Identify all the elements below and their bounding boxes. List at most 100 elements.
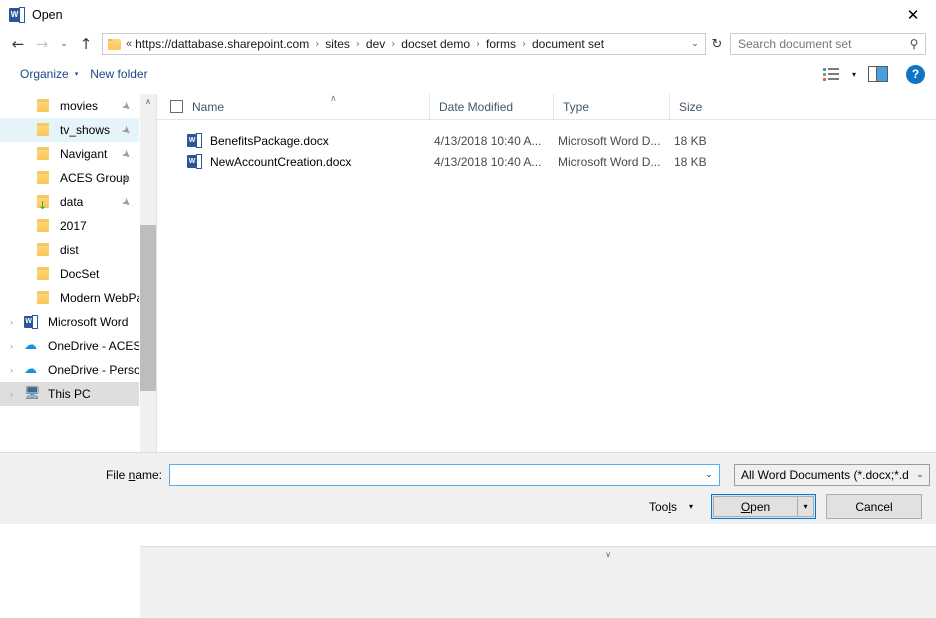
folder-icon — [36, 291, 52, 305]
word-icon: W — [24, 315, 40, 329]
column-header-date[interactable]: Date Modified — [429, 94, 553, 120]
chevron-down-icon[interactable]: ⌄ — [685, 39, 705, 49]
table-row[interactable]: W BenefitsPackage.docx 4/13/2018 10:40 A..… — [157, 130, 936, 151]
column-header-name[interactable]: Name ∧ — [192, 94, 429, 120]
sidebar-item-movies[interactable]: movies ➤ — [0, 94, 139, 118]
breadcrumb-item-4[interactable]: forms — [486, 37, 516, 51]
address-bar[interactable]: « https://dattabase.sharepoint.com › sit… — [102, 33, 706, 55]
sidebar-item-2017[interactable]: 2017 — [0, 214, 139, 238]
sidebar-item-this-pc[interactable]: › 🖥 This PC — [0, 382, 139, 406]
open-dropdown-button[interactable]: ▾ — [797, 496, 814, 517]
dialog-footer: File name: ⌄ All Word Documents (*.docx;… — [0, 452, 936, 524]
new-folder-button[interactable]: New folder — [84, 62, 153, 86]
select-all-checkbox[interactable] — [170, 100, 183, 113]
title-bar: W Open ✕ — [0, 0, 936, 30]
column-header-size[interactable]: Size — [669, 94, 753, 120]
file-name-label: BenefitsPackage.docx — [210, 133, 329, 148]
sort-ascending-icon: ∧ — [330, 94, 337, 104]
up-button[interactable]: ↑ — [74, 32, 98, 56]
view-options-icon[interactable] — [820, 65, 842, 83]
file-list: Name ∧ Date Modified Type Size W Benefits… — [157, 94, 936, 452]
tools-button[interactable]: Too l s ▾ — [645, 495, 697, 519]
sidebar-item-label: tv_shows — [60, 123, 111, 137]
filename-input[interactable] — [170, 463, 699, 486]
pin-icon[interactable]: ➤ — [119, 146, 134, 162]
filename-row: File name: ⌄ All Word Documents (*.docx;… — [0, 463, 936, 486]
breadcrumb-chevron-icon: › — [355, 38, 360, 50]
breadcrumb-item-3[interactable]: docset demo — [401, 37, 470, 51]
recent-locations-button[interactable]: ⌄ — [54, 32, 74, 56]
file-rows: W BenefitsPackage.docx 4/13/2018 10:40 A..… — [157, 130, 936, 172]
search-input[interactable] — [731, 36, 903, 52]
folder-icon — [36, 171, 52, 185]
sidebar-item-navigant[interactable]: Navigant ➤ — [0, 142, 139, 166]
file-type-cell: Microsoft Word D... — [558, 133, 661, 148]
open-button[interactable]: Open — [713, 496, 797, 517]
sidebar-item-label: movies — [60, 99, 99, 113]
organize-button[interactable]: Organize ▾ — [14, 62, 84, 86]
folder-icon — [108, 38, 121, 50]
file-type-value: All Word Documents (*.docx;*.d — [741, 467, 909, 482]
chevron-down-icon: ⌄ — [916, 469, 924, 480]
file-size-cell: 18 KB — [674, 133, 707, 148]
view-dropdown-icon[interactable]: ▾ — [852, 70, 856, 79]
help-icon[interactable]: ? — [906, 64, 925, 84]
open-split-button: Open ▾ — [711, 494, 816, 519]
sidebar-item-modern-webpart[interactable]: Modern WebPart — [0, 286, 139, 310]
navigation-bar: ← → ⌄ ↑ « https://dattabase.sharepoint.c… — [0, 30, 936, 58]
sidebar-item-docset[interactable]: DocSet — [0, 262, 139, 286]
folder-icon — [36, 147, 52, 161]
filename-dropdown-icon[interactable]: ⌄ — [699, 470, 719, 480]
close-icon[interactable]: ✕ — [890, 0, 936, 30]
file-type-cell: Microsoft Word D... — [558, 154, 661, 169]
cancel-button[interactable]: Cancel — [826, 494, 922, 519]
scroll-down-icon[interactable]: ∨ — [140, 546, 936, 618]
breadcrumb-item-1[interactable]: sites — [325, 37, 350, 51]
sidebar-item-onedrive-aces-g[interactable]: ›☁ OneDrive - ACES G — [0, 334, 139, 358]
folder-icon — [36, 99, 52, 113]
sidebar-item-dist[interactable]: dist — [0, 238, 139, 262]
cloud-icon: ☁ — [24, 338, 37, 353]
table-row[interactable]: W NewAccountCreation.docx 4/13/2018 10:40 … — [157, 151, 936, 172]
sidebar-item-data[interactable]: ↓ data ➤ — [0, 190, 139, 214]
computer-icon: 🖥 — [24, 386, 41, 401]
word-app-icon: W — [9, 7, 25, 23]
breadcrumb-item-0[interactable]: https://dattabase.sharepoint.com — [135, 37, 309, 51]
breadcrumb-item-2[interactable]: dev — [366, 37, 385, 51]
file-name-cell: W NewAccountCreation.docx — [157, 154, 425, 169]
file-size-cell: 18 KB — [674, 154, 707, 169]
preview-pane-icon[interactable] — [868, 66, 888, 82]
sidebar-item-onedrive-person[interactable]: › ☁ OneDrive - Person — [0, 358, 139, 382]
navigation-pane-scrollbar[interactable]: ∧ ∨ — [139, 94, 936, 618]
forward-button[interactable]: → — [30, 32, 54, 56]
back-button[interactable]: ← — [6, 32, 30, 56]
sidebar-item-microsoft-word[interactable]: › W Microsoft Word — [0, 310, 139, 334]
pin-icon[interactable]: ➤ — [119, 194, 134, 210]
expand-chevron-icon[interactable]: › — [10, 366, 24, 375]
expand-chevron-icon[interactable]: › — [10, 390, 24, 399]
sidebar-item-label: This PC — [48, 387, 91, 401]
sidebar-item-aces-group[interactable]: ACES Group ➤ — [0, 166, 139, 190]
sidebar-item-label: Modern WebPart — [60, 291, 139, 305]
folder-icon — [36, 123, 52, 137]
breadcrumb-overflow-icon[interactable]: « — [126, 38, 135, 50]
breadcrumb-chevron-icon: › — [476, 38, 480, 50]
sidebar-item-tv-shows[interactable]: tv_shows ➤ — [0, 118, 139, 142]
folder-icon — [36, 219, 52, 233]
breadcrumb-item-5[interactable]: document set — [532, 37, 604, 51]
sidebar-item-label: dist — [60, 243, 79, 257]
scrollbar-thumb[interactable] — [140, 225, 156, 391]
file-type-select[interactable]: All Word Documents (*.docx;*.d ⌄ — [734, 463, 930, 486]
pin-icon[interactable]: ➤ — [119, 98, 134, 114]
filename-field[interactable]: ⌄ — [169, 463, 720, 486]
search-box[interactable]: ⚲ — [730, 33, 926, 55]
column-header-type[interactable]: Type — [553, 94, 669, 120]
pin-icon[interactable]: ➤ — [119, 122, 134, 138]
expand-chevron-icon[interactable]: › — [10, 342, 24, 351]
sidebar-item-label: OneDrive - ACES G — [48, 339, 139, 353]
expand-chevron-icon[interactable]: › — [10, 318, 24, 327]
organize-label: Organize — [20, 67, 69, 81]
sync-arrow-icon: ↓ — [38, 199, 48, 212]
refresh-icon[interactable]: ↻ — [706, 37, 728, 52]
scroll-up-icon[interactable]: ∧ — [140, 94, 156, 110]
